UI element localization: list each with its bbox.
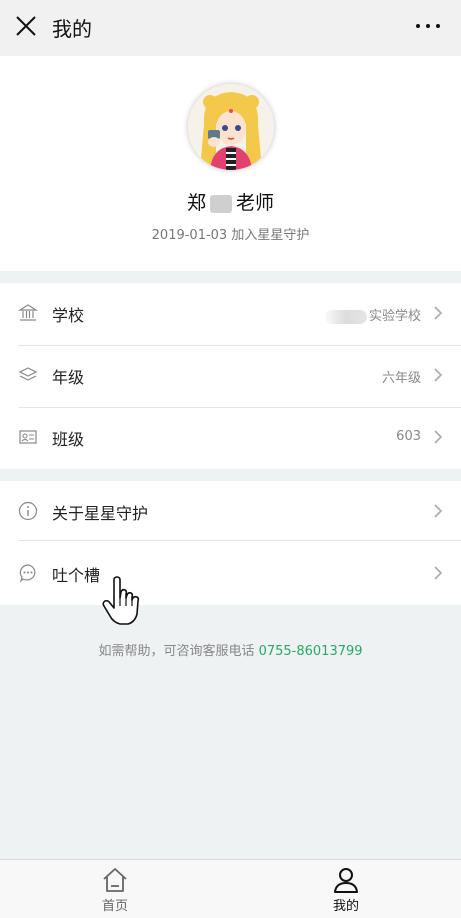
row-feedback[interactable]: 吐个槽 bbox=[0, 543, 461, 605]
about-group: 关于星星守护 吐个槽 bbox=[0, 481, 461, 605]
close-icon[interactable] bbox=[14, 14, 38, 38]
more-icon[interactable] bbox=[415, 16, 441, 36]
page-title: 我的 bbox=[52, 17, 92, 41]
row-label: 班级 bbox=[52, 430, 85, 449]
chevron-right-icon bbox=[434, 566, 443, 580]
teacher-name-suffix: 老师 bbox=[236, 192, 275, 214]
avatar[interactable] bbox=[188, 84, 274, 170]
row-value: 实验学校 bbox=[324, 305, 421, 324]
support-phone-link[interactable]: 0755-86013799 bbox=[259, 644, 363, 659]
row-label: 年级 bbox=[52, 368, 85, 387]
row-label: 关于星星守护 bbox=[52, 504, 149, 523]
tab-home[interactable]: 首页 bbox=[55, 860, 175, 918]
redacted-mark bbox=[210, 194, 232, 213]
layers-icon bbox=[18, 367, 38, 381]
class-card-icon bbox=[19, 430, 37, 444]
avatar-illustration bbox=[188, 84, 274, 170]
hand-cursor-icon bbox=[102, 576, 140, 625]
row-school[interactable]: 学校 实验学校 bbox=[0, 283, 461, 345]
user-icon bbox=[334, 868, 358, 893]
row-grade[interactable]: 年级 六年级 bbox=[0, 345, 461, 407]
row-value: 六年级 bbox=[381, 371, 421, 386]
tab-label: 我的 bbox=[332, 899, 359, 914]
redacted-mark bbox=[324, 309, 367, 324]
teacher-name-prefix: 郑 bbox=[186, 192, 206, 214]
row-class[interactable]: 班级 603 bbox=[0, 407, 461, 469]
bottom-tab-bar: 首页 我的 bbox=[0, 859, 461, 918]
teacher-name: 郑 老师 bbox=[0, 188, 461, 215]
chevron-right-icon bbox=[434, 504, 443, 518]
profile-card: 郑 老师 2019-01-03 加入星星守护 bbox=[0, 56, 461, 271]
chevron-right-icon bbox=[434, 368, 443, 382]
top-bar: 我的 bbox=[0, 0, 461, 56]
chevron-right-icon bbox=[434, 306, 443, 320]
bank-icon bbox=[18, 304, 38, 321]
info-group: 学校 实验学校 年级 六年级 班级 603 bbox=[0, 283, 461, 469]
divider bbox=[18, 540, 461, 541]
join-date: 2019-01-03 加入星星守护 bbox=[151, 228, 310, 243]
row-value: 603 bbox=[396, 429, 421, 444]
tab-mine[interactable]: 我的 bbox=[286, 860, 406, 918]
help-label: 如需帮助，可咨询客服电话 bbox=[98, 644, 259, 659]
chevron-right-icon bbox=[434, 430, 443, 444]
row-about[interactable]: 关于星星守护 bbox=[0, 481, 461, 543]
info-icon bbox=[18, 501, 38, 521]
chat-bubble-icon bbox=[19, 564, 36, 583]
row-label: 学校 bbox=[52, 306, 85, 325]
row-label: 吐个槽 bbox=[52, 566, 101, 585]
home-icon bbox=[103, 868, 127, 892]
tab-label: 首页 bbox=[101, 899, 128, 914]
help-text: 如需帮助，可咨询客服电话 0755-86013799 bbox=[0, 640, 461, 659]
